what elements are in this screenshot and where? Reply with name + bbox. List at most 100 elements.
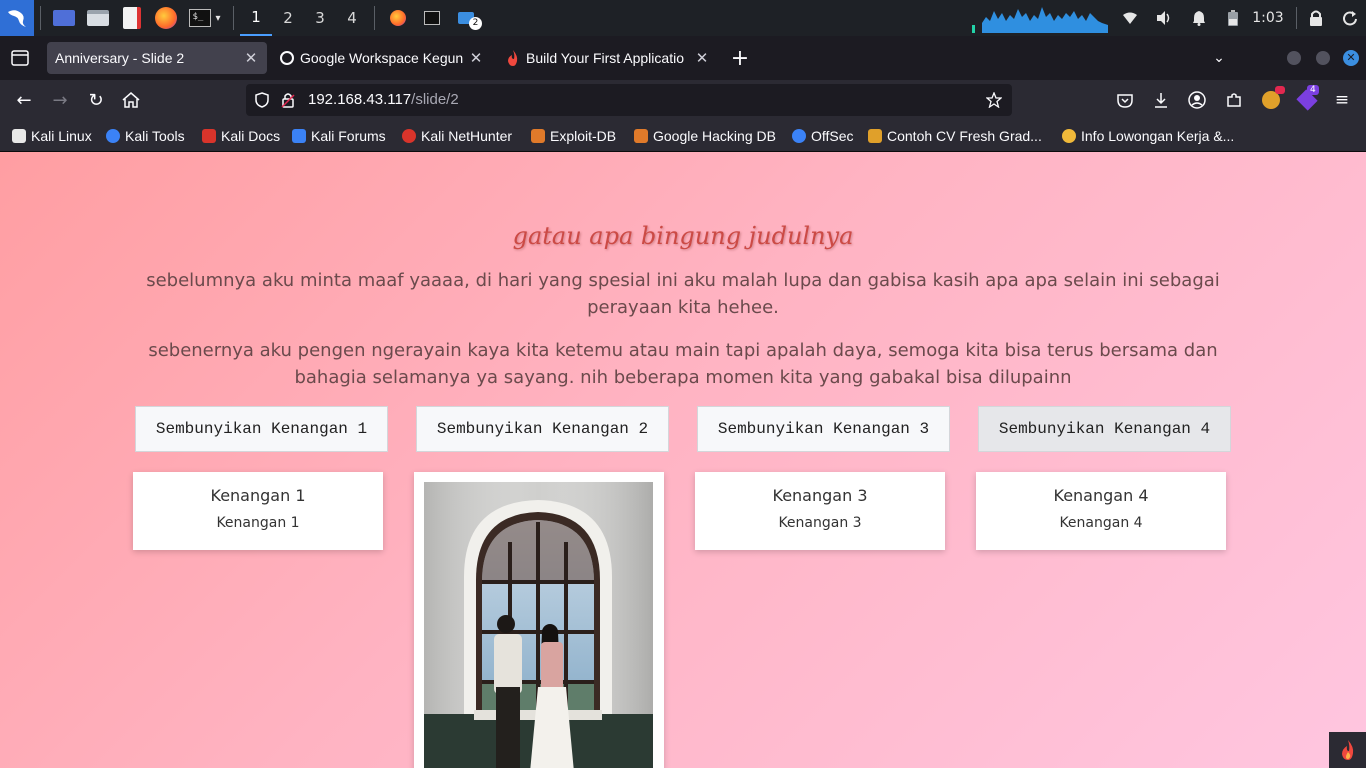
bookmark-google-hacking-db[interactable]: Google Hacking DB (634, 126, 776, 146)
minimize-icon (1287, 51, 1301, 65)
arrow-right-icon: → (52, 89, 68, 111)
url-host: 192.168.43.117 (308, 91, 412, 108)
workspace-3[interactable]: 3 (304, 0, 336, 36)
tab-title: Anniversary - Slide 2 (55, 50, 185, 66)
shield-icon[interactable] (255, 92, 269, 108)
bookmark-label: Info Lowongan Kerja &... (1081, 128, 1235, 144)
close-tab-icon[interactable]: ✕ (468, 49, 484, 67)
bookmark-kali-docs[interactable]: Kali Docs (202, 126, 280, 146)
notification-bell-icon[interactable] (1187, 0, 1211, 36)
memory-card-title: Kenangan 1 (210, 486, 306, 505)
firefox-icon (390, 10, 406, 26)
bookmark-star-icon[interactable] (986, 92, 1002, 108)
memory-card-1[interactable]: Kenangan 1 Kenangan 1 (133, 472, 383, 550)
hamburger-menu-icon: ≡ (1334, 90, 1350, 110)
workspace-1[interactable]: 1 (240, 0, 272, 36)
files-window-button[interactable]: 2 (449, 0, 483, 36)
flame-icon (1341, 740, 1353, 760)
tab-title: Google Workspace Kegun (300, 50, 464, 66)
intro-paragraph-2: sebenernya aku pengen ngerayain kaya kit… (148, 340, 1218, 388)
bookmark-label: Kali Tools (125, 128, 185, 144)
memory-card-4[interactable]: Kenangan 4 Kenangan 4 (976, 472, 1226, 550)
show-desktop-button[interactable] (47, 0, 81, 36)
floating-flame-button[interactable] (1329, 732, 1366, 768)
workspace-2[interactable]: 2 (272, 0, 304, 36)
list-all-tabs-button[interactable]: ⌄ (1203, 42, 1235, 74)
extension-count-badge: 4 (1307, 85, 1319, 95)
terminal-icon: $_ (189, 9, 212, 27)
app-menu-button[interactable]: ≡ (1326, 84, 1358, 116)
bookmark-contoh-cv[interactable]: Contoh CV Fresh Grad... (868, 126, 1042, 146)
exploit-db-icon (531, 129, 545, 143)
battery-icon[interactable] (1222, 0, 1244, 36)
text-editor-launcher[interactable] (115, 0, 149, 36)
bookmark-exploit-db[interactable]: Exploit-DB (531, 126, 616, 146)
nethunter-icon (402, 129, 416, 143)
extension-button-1[interactable] (1255, 84, 1287, 116)
pocket-button[interactable] (1109, 84, 1141, 116)
tab-title: Build Your First Applicatio (526, 50, 684, 66)
network-monitor-graph (968, 0, 1112, 36)
hide-memory-2-button[interactable]: Sembunyikan Kenangan 2 (416, 406, 669, 452)
file-manager-launcher[interactable] (81, 0, 115, 36)
new-tab-button[interactable]: + (724, 42, 756, 74)
bookmark-kali-forums[interactable]: Kali Forums (292, 126, 386, 146)
kali-menu-button[interactable] (0, 0, 34, 36)
bookmark-kali-linux[interactable]: Kali Linux (12, 126, 92, 146)
page-content: gatau apa bingung judulnya sebelumnya ak… (0, 152, 1366, 768)
url-text[interactable]: 192.168.43.117/slide/2 (308, 91, 459, 108)
puzzle-icon (1227, 93, 1241, 107)
hide-memory-4-button[interactable]: Sembunyikan Kenangan 4 (978, 406, 1231, 452)
clock[interactable]: 1:03 (1250, 0, 1286, 36)
extensions-button[interactable] (1218, 84, 1250, 116)
workspace-4[interactable]: 4 (336, 0, 368, 36)
bookmark-info-lowongan[interactable]: Info Lowongan Kerja &... (1062, 126, 1234, 146)
lock-screen-icon[interactable] (1304, 0, 1328, 36)
page-title: gatau apa bingung judulnya (512, 222, 854, 250)
maximize-icon (1316, 51, 1330, 65)
bookmark-kali-tools[interactable]: Kali Tools (106, 126, 185, 146)
extension-avatar-icon (1262, 86, 1285, 109)
navigation-toolbar: ← → ↻ 192.168.43.117/slide/2 4 ≡ (0, 80, 1366, 120)
hide-memory-3-button[interactable]: Sembunyikan Kenangan 3 (697, 406, 950, 452)
tab-build-your-first-application[interactable]: Build Your First Applicatio ✕ (498, 42, 718, 74)
account-button[interactable] (1181, 84, 1213, 116)
folder-icon (87, 10, 109, 26)
memory-card-2[interactable] (414, 472, 664, 768)
bookmark-offsec[interactable]: OffSec (792, 126, 854, 146)
hide-memory-1-button[interactable]: Sembunyikan Kenangan 1 (135, 406, 388, 452)
system-panel: $_ ▾ 1 2 3 4 2 1:03 (0, 0, 1366, 36)
back-button[interactable]: ← (8, 84, 40, 116)
kali-forums-icon (292, 129, 306, 143)
minimize-window-button[interactable] (1278, 42, 1310, 74)
home-button[interactable] (115, 84, 147, 116)
bookmark-label: OffSec (811, 128, 854, 144)
terminal-launcher[interactable]: $_ ▾ (183, 0, 227, 36)
volume-icon[interactable] (1152, 0, 1176, 36)
extension-button-2[interactable]: 4 (1291, 84, 1323, 116)
firefox-launcher[interactable] (149, 0, 183, 36)
memory-card-3[interactable]: Kenangan 3 Kenangan 3 (695, 472, 945, 550)
close-tab-icon[interactable]: ✕ (694, 49, 710, 67)
close-tab-icon[interactable]: ✕ (243, 49, 259, 67)
reload-icon: ↻ (88, 89, 104, 111)
bookmark-kali-nethunter[interactable]: Kali NetHunter (402, 126, 512, 146)
kali-dragon-icon (12, 129, 26, 143)
firefox-view-button[interactable] (4, 42, 36, 74)
address-bar[interactable]: 192.168.43.117/slide/2 (246, 84, 1012, 116)
bookmark-label: Exploit-DB (550, 128, 617, 144)
firefox-window-button[interactable] (381, 0, 415, 36)
wifi-icon[interactable] (1118, 0, 1142, 36)
tab-anniversary-slide-2[interactable]: Anniversary - Slide 2 ✕ (47, 42, 267, 74)
forward-button[interactable]: → (44, 84, 76, 116)
close-window-button[interactable]: ✕ (1335, 42, 1366, 74)
tab-google-workspace[interactable]: Google Workspace Kegun ✕ (272, 42, 492, 74)
logout-icon[interactable] (1338, 0, 1362, 36)
reload-button[interactable]: ↻ (80, 84, 112, 116)
downloads-button[interactable] (1145, 84, 1177, 116)
bookmark-label: Google Hacking DB (653, 128, 776, 144)
bookmarks-toolbar: Kali Linux Kali Tools Kali Docs Kali For… (0, 120, 1366, 152)
terminal-window-button[interactable] (415, 0, 449, 36)
insecure-lock-icon[interactable] (281, 92, 295, 108)
lowongan-site-icon (1062, 129, 1076, 143)
